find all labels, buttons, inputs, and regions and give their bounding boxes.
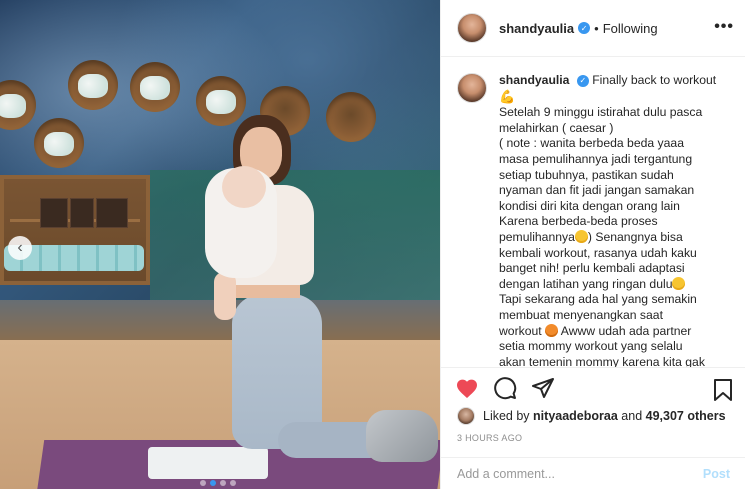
muscle-emoji-icon: 💪: [499, 88, 516, 104]
caption-line: membuat menyenangkan saat: [499, 307, 663, 322]
caption-line: setia mommy workout yang selalu: [499, 339, 683, 354]
smile-emoji-icon: [672, 276, 686, 290]
caption-line: melahirkan ( caesar ): [499, 120, 614, 135]
verified-badge-icon: ✓: [576, 74, 589, 87]
caption-line: nyaman dan fit jadi jangan samakan: [499, 183, 695, 198]
shelf-book: [40, 198, 68, 228]
caption-line: Tapi sekarang ada hal yang semakin: [499, 292, 697, 307]
caption-line: Karena berbeda-beda proses: [499, 214, 658, 229]
carousel-dots: [200, 480, 236, 486]
avatar[interactable]: [457, 73, 487, 103]
towel-niche: [326, 92, 376, 142]
likes-prefix: Liked by: [483, 409, 530, 423]
towel-niche: [34, 118, 84, 168]
caption-username[interactable]: shandyaulia: [499, 73, 569, 87]
caption-line: ( note : wanita berbeda beda yaaa: [499, 136, 684, 151]
separator-dot: •: [594, 20, 599, 36]
post-button[interactable]: Post: [703, 467, 730, 481]
likes-count[interactable]: 49,307 others: [646, 409, 726, 423]
share-icon[interactable]: [531, 376, 555, 400]
star-struck-emoji-icon: [545, 323, 559, 337]
towel-niche: [196, 76, 246, 126]
caption-line: Setelah 9 minggu istirahat dulu pasca: [499, 105, 703, 120]
avatar[interactable]: [457, 407, 475, 425]
baby-leg: [214, 272, 236, 320]
chevron-left-icon[interactable]: ‹: [8, 236, 32, 260]
post-header: shandyaulia ✓ • Following •••: [441, 0, 745, 57]
mat-towel: [148, 447, 268, 479]
shelf-book: [70, 198, 94, 228]
caption-line: masa pemulihannya jadi tergantung: [499, 151, 693, 166]
caption-line: banget nih! perlu kembali adaptasi: [499, 261, 685, 276]
likes-summary: Liked by nityaadeboraa and 49,307 others: [457, 407, 726, 425]
shelf-book: [96, 198, 128, 228]
caption: shandyaulia ✓ Finally back to workout 💪 …: [441, 57, 745, 367]
verified-badge-icon: ✓: [578, 22, 591, 34]
towel-niche: [68, 60, 118, 110]
post-timestamp[interactable]: 3 HOURS AGO: [457, 433, 522, 443]
smile-emoji-icon: [574, 229, 588, 243]
post-side-panel: shandyaulia ✓ • Following ••• shandyauli…: [440, 0, 745, 489]
caption-line: setiap tubuhnya, pastikan sudah: [499, 167, 674, 182]
comment-bar: Post: [441, 457, 745, 489]
comment-input[interactable]: [457, 466, 703, 481]
caption-text: shandyaulia ✓ Finally back to workout 💪 …: [499, 73, 730, 367]
avatar[interactable]: [457, 13, 487, 43]
heart-icon[interactable]: [455, 377, 479, 399]
action-bar: [441, 367, 745, 407]
carousel-dot: [220, 480, 226, 486]
comment-icon[interactable]: [493, 376, 517, 400]
caption-line: pemulihannya: [499, 229, 575, 244]
bookmark-icon[interactable]: [712, 378, 734, 407]
caption-line: ) Senangnya bisa: [587, 229, 683, 244]
caption-line: Finally back to workout: [592, 73, 717, 87]
username-link[interactable]: shandyaulia: [499, 21, 574, 36]
caption-line: workout: [499, 323, 542, 338]
likes-and: and: [621, 409, 643, 423]
liker-username[interactable]: nityaadeboraa: [533, 409, 618, 423]
baby-head: [222, 166, 266, 208]
carousel-dot: [210, 480, 216, 486]
caption-line: dengan latihan yang ringan dulu: [499, 276, 673, 291]
following-button[interactable]: Following: [603, 21, 658, 36]
carousel-dot: [200, 480, 206, 486]
more-options-icon[interactable]: •••: [714, 18, 734, 36]
post-photo[interactable]: ‹: [0, 0, 440, 489]
carousel-dot: [230, 480, 236, 486]
caption-line: kembali workout, rasanya udah kaku: [499, 245, 697, 260]
caption-line: Awww udah ada partner: [560, 323, 692, 338]
caption-line: kondisi diri kita dengan orang lain: [499, 198, 680, 213]
caption-line: akan temenin mommy karena kita gak: [499, 354, 705, 367]
person-shoe: [366, 410, 438, 462]
towel-niche: [130, 62, 180, 112]
